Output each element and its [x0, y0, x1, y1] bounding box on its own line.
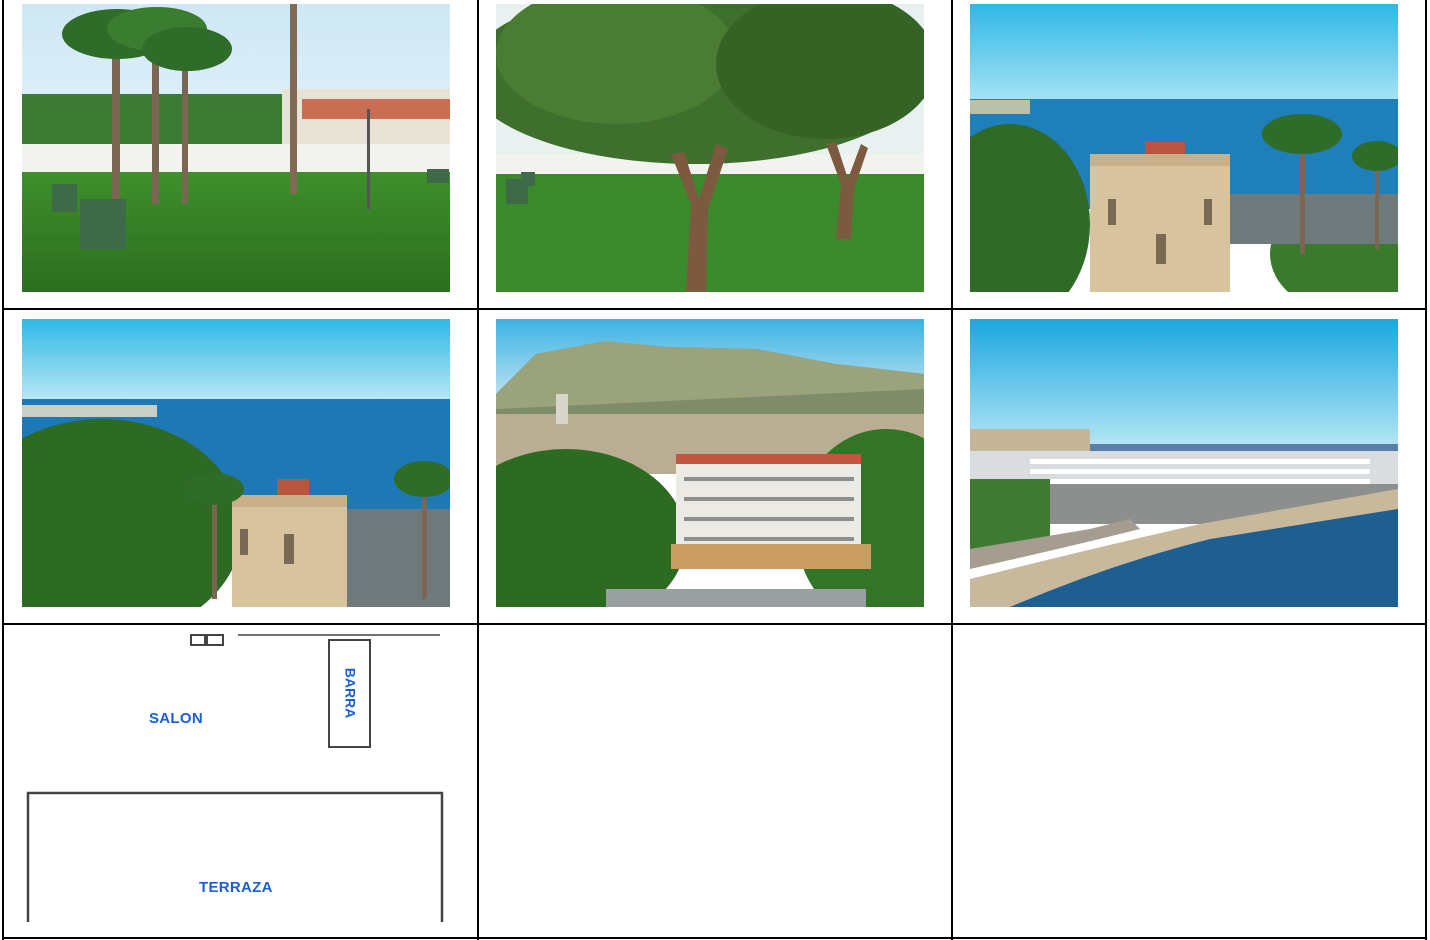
salon-label: SALON — [149, 710, 203, 727]
garden-trees-photo — [496, 4, 924, 292]
floor-plan: SALON BARRA TERRAZA — [4, 625, 476, 937]
door-icon — [206, 634, 224, 646]
grid-line — [2, 937, 1427, 939]
mountain-hotel-photo — [496, 319, 924, 607]
empty-cell — [480, 626, 950, 936]
tower-bay-photo — [22, 319, 450, 607]
photo-grid: SALON BARRA TERRAZA — [0, 0, 1430, 940]
grid-line — [1425, 0, 1427, 940]
grid-line — [951, 0, 953, 940]
empty-cell — [954, 626, 1424, 936]
garden-palms-photo — [22, 4, 450, 292]
tower-sea-photo — [970, 4, 1398, 292]
terraza-label: TERRAZA — [199, 879, 273, 896]
grid-line — [2, 308, 1427, 310]
terrace-outline — [26, 791, 444, 922]
door-icon — [190, 634, 206, 646]
marina-photo — [970, 319, 1398, 607]
barra-label: BARRA — [342, 667, 359, 719]
grid-line — [477, 0, 479, 940]
